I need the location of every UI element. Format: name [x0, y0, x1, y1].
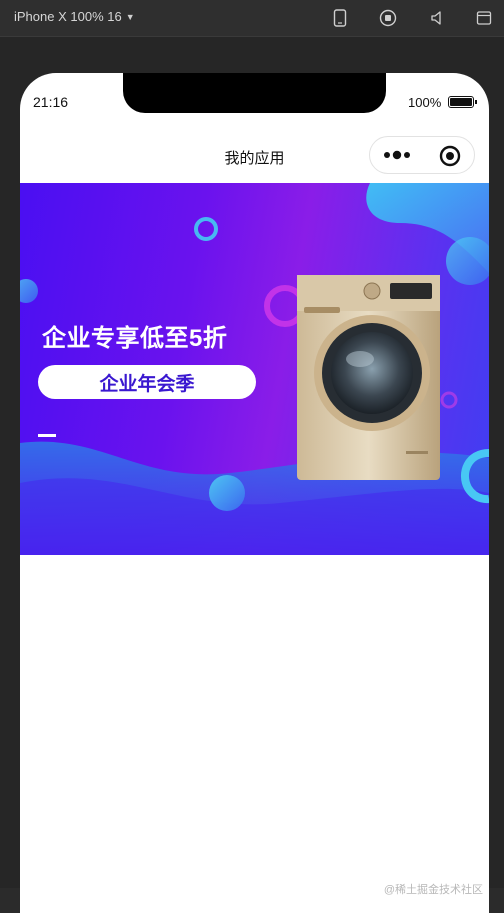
more-icon[interactable] — [382, 146, 414, 164]
watermark: @稀土掘金技术社区 — [383, 884, 483, 896]
phone-icon[interactable] — [330, 8, 350, 28]
window-icon[interactable] — [474, 8, 494, 28]
device-selector[interactable]: iPhone X 100% 16 ▼ — [14, 9, 135, 24]
banner-headline: 企业专享低至5折 — [42, 325, 228, 352]
status-time: 21:16 — [33, 94, 69, 110]
phone-screen: 21:16 100% 我的应用 企业专享低至5折 企业年会季 @稀土掘金技术社区 — [20, 73, 489, 913]
capsule-menu — [369, 136, 475, 174]
banner-cta-button[interactable]: 企业年会季 — [38, 365, 256, 399]
record-icon[interactable] — [378, 8, 398, 28]
phone-notch — [123, 73, 386, 113]
device-label: iPhone X 100% 16 — [14, 9, 122, 24]
close-miniprogram-icon[interactable] — [439, 145, 461, 167]
devtools-toolbar: iPhone X 100% 16 ▼ — [0, 0, 504, 37]
battery-percentage: 100% — [408, 95, 442, 110]
volume-icon[interactable] — [428, 8, 448, 28]
carousel-indicator — [38, 434, 56, 437]
battery-icon — [448, 96, 477, 108]
promo-banner[interactable]: 企业专享低至5折 企业年会季 — [20, 183, 489, 555]
washing-machine-image — [297, 275, 440, 480]
caret-down-icon: ▼ — [125, 12, 135, 22]
